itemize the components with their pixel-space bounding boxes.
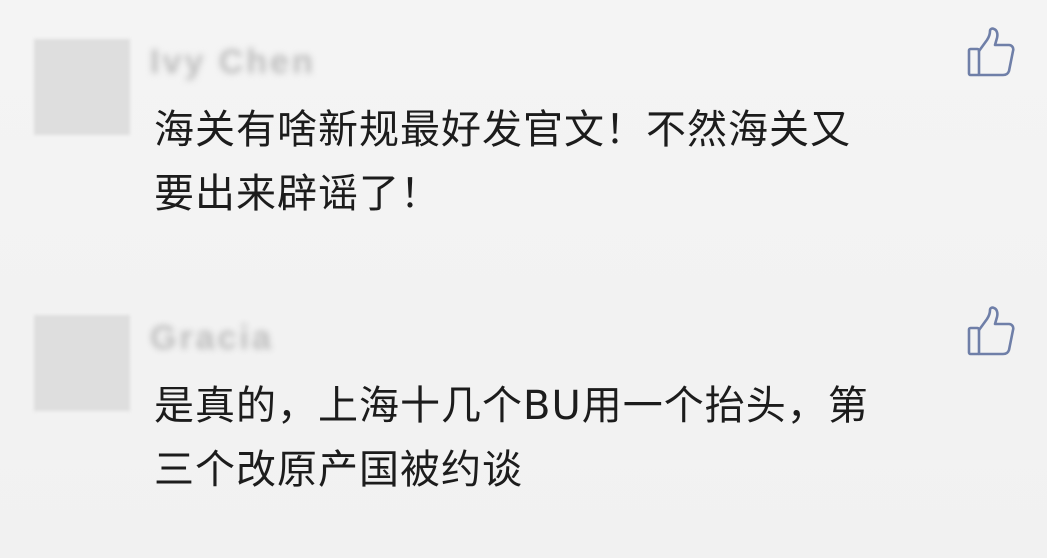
comment-item: Ivy Chen 海关有啥新规最好发官文！不然海关又 要出来辟谣了！ (0, 0, 1047, 280)
avatar[interactable] (34, 315, 130, 411)
username[interactable]: Ivy Chen (150, 42, 316, 82)
comment-text: 海关有啥新规最好发官文！不然海关又 要出来辟谣了！ (154, 107, 851, 217)
like-button[interactable] (965, 306, 1017, 358)
like-button[interactable] (965, 27, 1017, 79)
avatar[interactable] (34, 39, 130, 135)
comment-text: 是真的，上海十几个BU用一个抬头，第 三个改原产国被约谈 (154, 383, 869, 493)
thumbs-up-icon (965, 27, 1017, 79)
thumbs-up-icon (965, 306, 1017, 358)
username[interactable]: Gracia (150, 318, 274, 358)
comment-list: Ivy Chen 海关有啥新规最好发官文！不然海关又 要出来辟谣了！ Graci… (0, 0, 1047, 558)
comment-item: Gracia 是真的，上海十几个BU用一个抬头，第 三个改原产国被约谈 (0, 280, 1047, 558)
